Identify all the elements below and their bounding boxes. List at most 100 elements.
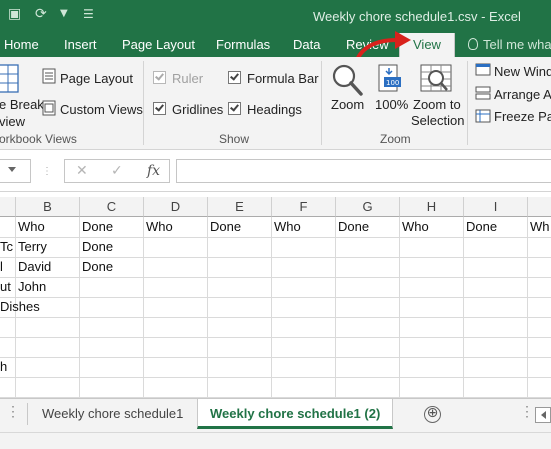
freeze-panes-button[interactable]: Freeze Pan [494,109,551,124]
tab-formulas[interactable]: Formulas [216,37,270,52]
tab-insert[interactable]: Insert [64,37,97,52]
custom-views-icon [42,100,56,116]
column-header-c[interactable]: C [80,197,144,217]
tab-home[interactable]: Home [4,37,39,52]
headings-checkbox[interactable] [228,102,241,115]
cell-c1[interactable]: Done [80,217,143,237]
cell-b1[interactable]: Who [16,217,79,237]
tab-data[interactable]: Data [293,37,320,52]
dropdown-icon[interactable]: ▼ [60,8,68,19]
gridlines-checkbox[interactable] [153,102,166,115]
tell-me-label: Tell me what [483,37,551,52]
cell-b4[interactable]: John [16,277,79,297]
tell-me-search[interactable]: Tell me what [468,37,551,52]
gridline [527,217,528,398]
sheet-tab-weekly-chore-schedule1[interactable]: Weekly chore schedule1 [42,399,183,429]
ruler-label: Ruler [172,71,204,86]
gridline [207,217,208,398]
gridline [0,337,551,338]
sheet-tab-bar: ⋮ Weekly chore schedule1 Weekly chore sc… [0,398,551,432]
new-window-button[interactable]: New Windo [494,64,551,79]
cell-g1[interactable]: Done [336,217,399,237]
enter-icon[interactable]: ✓ [111,163,123,179]
formula-bar-buttons: ✕ ✓ fx [64,159,170,183]
page-break-preview-button[interactable]: e Break [0,97,44,112]
gridline [0,357,551,358]
scroll-tabs-icon[interactable]: ⋮ [520,403,534,420]
zoom-group-label: Zoom [380,132,411,146]
column-header-d[interactable]: D [144,197,208,217]
divider [27,403,28,425]
cell-e1[interactable]: Done [208,217,271,237]
gridlines-label: Gridlines [172,102,224,117]
cell-c2[interactable]: Done [80,237,143,257]
column-header-h[interactable]: H [400,197,464,217]
gridline [0,317,551,318]
cell-b5[interactable]: Dishes [0,297,78,317]
cell-i1[interactable]: Done [464,217,527,237]
cell-h1[interactable]: Who [400,217,463,237]
ruler-checkbox[interactable] [153,71,166,84]
freeze-panes-icon [475,109,491,123]
workbook-views-group-label: orkbook Views [0,132,77,146]
insert-function-icon[interactable]: fx [147,163,160,179]
arrange-all-button[interactable]: Arrange Al [494,87,551,102]
scroll-tabs-icon[interactable]: ⋮ [6,403,20,420]
ribbon-view-panel: e Break view Page Layout Custom Views or… [0,57,551,150]
customize-qat-icon[interactable]: ☰ [83,7,94,21]
cell-a4[interactable]: ut [0,277,15,297]
column-header-f[interactable]: F [272,197,336,217]
column-header-g[interactable]: G [336,197,400,217]
chevron-down-icon[interactable] [8,167,16,172]
lightbulb-icon [468,38,478,50]
redo-icon[interactable]: ⟳ [35,6,47,22]
tab-page-layout[interactable]: Page Layout [122,37,195,52]
gridline [399,217,400,398]
column-header-i[interactable]: I [464,197,528,217]
cell-b3[interactable]: David [16,257,79,277]
zoom-100-icon: 100 [378,64,401,92]
gridline [0,377,551,378]
formula-bar: ⋮ ✕ ✓ fx [0,150,551,192]
zoom-button[interactable]: Zoom [331,97,364,112]
column-header-e[interactable]: E [208,197,272,217]
svg-text:100: 100 [386,79,399,87]
name-box[interactable] [0,159,31,183]
scroll-left-icon[interactable] [535,407,551,423]
gridline [271,217,272,398]
cell-a2[interactable]: Tc [0,237,15,257]
cell-a8[interactable]: h [0,357,15,377]
formula-input[interactable] [176,159,551,183]
page-layout-button[interactable]: Page Layout [60,71,133,86]
cell-b2[interactable]: Terry [16,237,79,257]
gridline [143,217,144,398]
column-header-b[interactable]: B [16,197,80,217]
ribbon-tabs: Home Insert Page Layout Formulas Data Re… [0,33,551,57]
save-icon[interactable]: ▣ [8,6,21,22]
cell-a3[interactable]: l [0,257,15,277]
cell-d1[interactable]: Who [144,217,207,237]
title-bar: ▣ ⟳ ▼ ☰ Weekly chore schedule1.csv - Exc… [0,0,551,33]
zoom-100-button[interactable]: 100% [375,97,408,112]
zoom-to-selection-button[interactable]: Zoom to [413,97,461,112]
sheet-tab-weekly-chore-schedule1-2[interactable]: Weekly chore schedule1 (2) [197,399,394,429]
gridline [463,217,464,398]
window-title: Weekly chore schedule1.csv - Excel [313,9,521,24]
custom-views-button[interactable]: Custom Views [60,102,143,117]
zoom-magnifier-icon [332,64,363,96]
column-header-j[interactable] [528,197,551,217]
column-header-a[interactable] [0,197,16,217]
new-window-icon [475,63,491,76]
cell-j1[interactable]: Wh [528,217,551,237]
gridline [0,277,551,278]
divider [143,61,144,145]
zoom-to-selection-label-2: Selection [411,113,465,128]
cell-c3[interactable]: Done [80,257,143,277]
page-break-preview-icon [0,64,19,93]
headings-label: Headings [247,102,302,117]
add-sheet-icon[interactable]: ⊕ [424,406,441,423]
cancel-icon[interactable]: ✕ [76,163,88,179]
cell-f1[interactable]: Who [272,217,335,237]
formula-bar-checkbox[interactable] [228,71,241,84]
zoom-to-selection-icon [420,64,452,92]
